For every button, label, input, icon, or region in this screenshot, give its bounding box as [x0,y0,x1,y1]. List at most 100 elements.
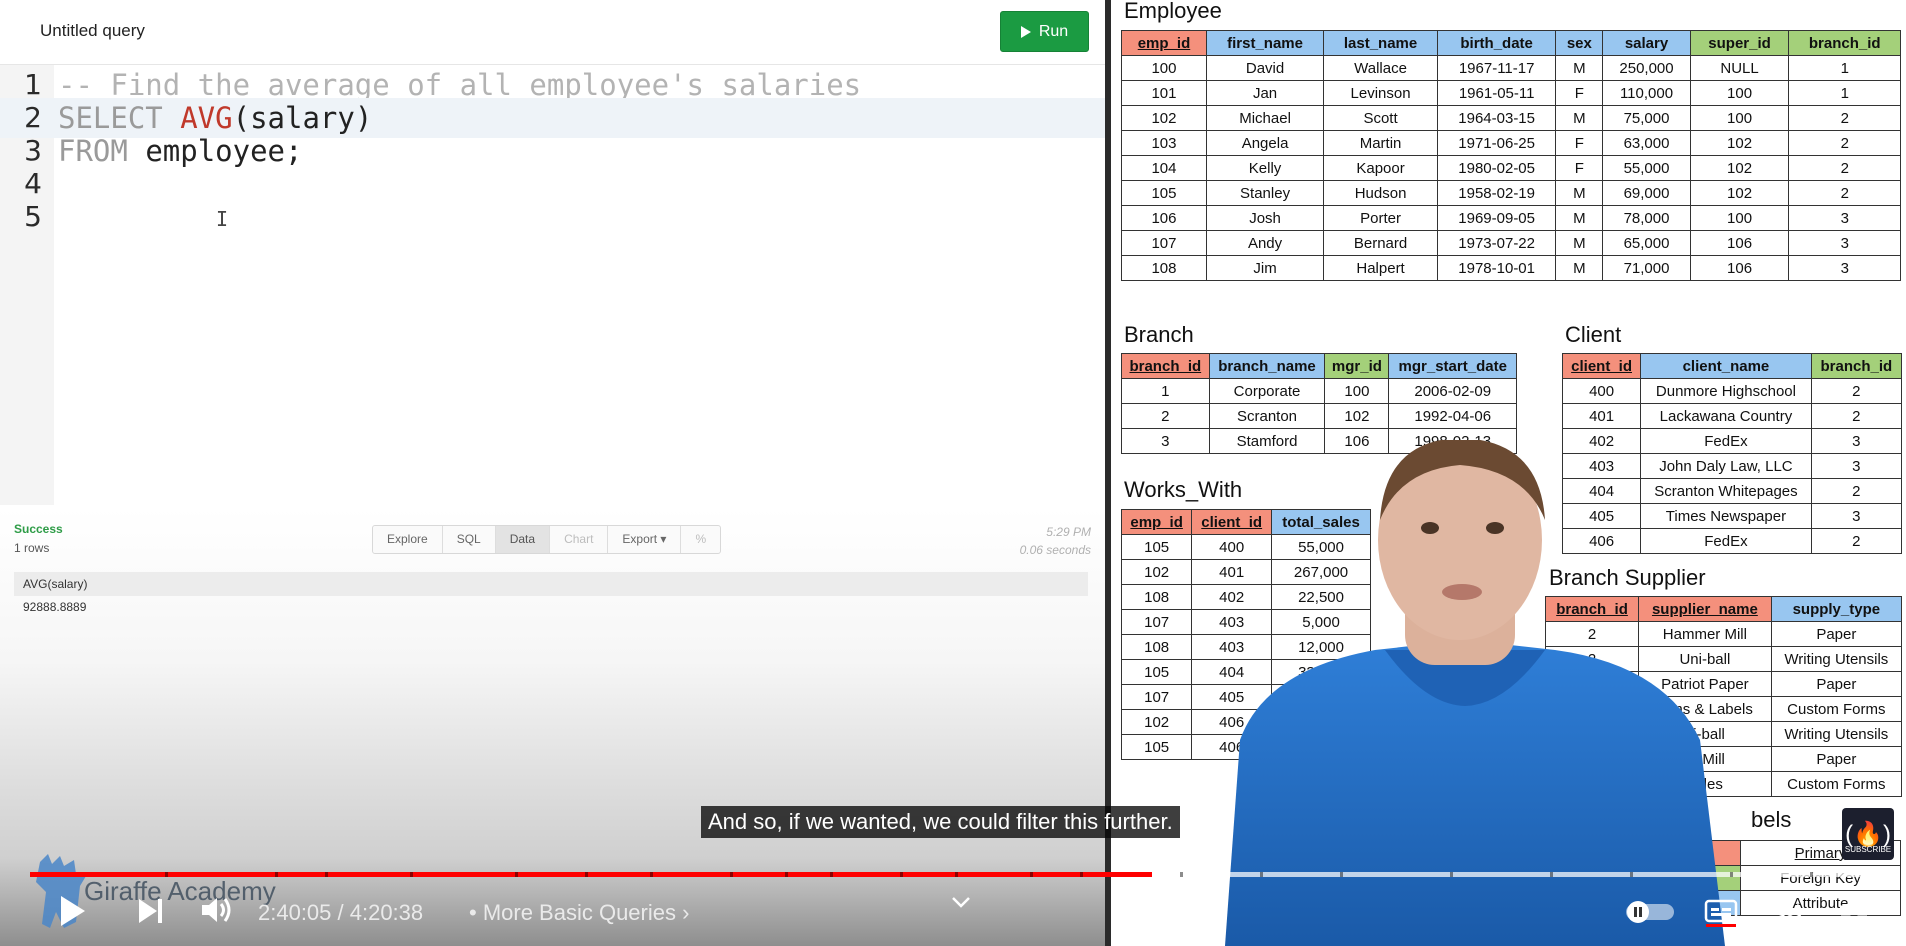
table-cell: Martin [1323,130,1438,156]
table-cell: 105 [1120,659,1193,685]
table-cell: 3 [1810,428,1903,454]
table-cell: M [1555,230,1604,256]
column-header: mgr_id [1324,353,1390,379]
table-cell: 2 [1121,403,1210,429]
play-icon[interactable] [58,894,88,928]
chapter-marker [1180,872,1183,877]
table-cell: 69,000 [1602,180,1691,206]
table-cell: 1961-05-11 [1436,80,1557,106]
chapter-marker [325,872,328,877]
run-button[interactable]: Run [1000,11,1089,52]
table-cell: 65,000 [1602,230,1691,256]
progress-played [30,872,1152,877]
table-cell: 1992-04-06 [1388,403,1517,429]
table-header-row: client_id client_name branch_id [1561,353,1903,379]
column-header: super_id [1689,30,1790,56]
table-cell: 100 [1689,80,1790,106]
table-cell: 2 [1788,180,1901,206]
table-cell: 1969-09-05 [1436,205,1557,231]
tab-share[interactable]: % [681,526,720,553]
table-cell: 2 [1788,130,1901,156]
column-header: mgr_start_date [1388,353,1517,379]
subscribe-label[interactable]: SUBSCRIBE [1840,845,1896,854]
tab-chart[interactable]: Chart [550,526,609,553]
column-header: last_name [1323,30,1438,56]
code-editor[interactable]: 1 -- Find the average of all employee's … [0,65,1105,505]
table-cell: NULL [1689,55,1790,81]
tab-export[interactable]: Export ▾ [608,526,682,553]
table-cell: 107 [1120,609,1193,635]
sql-workspace: Untitled query Run 1 -- Find the average… [0,0,1105,946]
column-header: emp_id [1120,509,1193,535]
tab-sql[interactable]: SQL [443,526,496,553]
table-cell: Writing Utensils [1770,721,1903,747]
table-row: 1 Corporate 100 2006-02-09 [1121,378,1517,404]
table-cell: 106 [1689,255,1790,281]
table-cell: David [1205,55,1325,81]
table-cell: 75,000 [1602,105,1691,131]
table-cell: 102 [1324,403,1390,429]
table-cell: Custom Forms [1770,771,1903,797]
table-cell: F [1555,80,1604,106]
table-cell: F [1555,130,1604,156]
table-cell: Custom Forms [1770,696,1903,722]
sql-function: AVG [180,101,233,135]
table-cell: 100 [1689,105,1790,131]
sql-keyword: SELECT [58,101,181,135]
table-row: 103 Angela Martin 1971-06-25 F 63,000 102 2 [1121,130,1901,156]
table-cell: Angela [1205,130,1325,156]
table-cell: 1980-02-05 [1436,155,1557,181]
chapter-marker [1030,872,1033,877]
captions-icon[interactable] [1704,898,1738,928]
chapter-marker [1630,872,1633,877]
table-cell: Porter [1323,205,1438,231]
table-cell: 107 [1120,684,1193,710]
table-cell: 102 [1121,105,1207,131]
table-cell: 1971-06-25 [1436,130,1557,156]
table-cell: 250,000 [1602,55,1691,81]
chapter-marker [275,872,278,877]
table-cell: M [1555,105,1604,131]
column-header: branch_id [1788,30,1901,56]
autoplay-toggle-icon[interactable] [1624,899,1676,925]
table-row: 102 Michael Scott 1964-03-15 M 75,000 100 2 [1121,105,1901,131]
chapter-marker [785,872,788,877]
table-row: 401 Lackawana Country 2 [1561,403,1903,429]
table-cell: 1 [1121,378,1210,404]
table-cell: 102 [1689,180,1790,206]
result-cell: 92888.8889 [23,600,87,614]
settings-gear-icon[interactable] [1774,896,1806,928]
table-cell: 2006-02-09 [1388,378,1517,404]
tab-explore[interactable]: Explore [373,526,443,553]
client-title: Client [1565,322,1622,347]
query-title[interactable]: Untitled query [40,21,145,41]
table-cell: 108 [1121,255,1207,281]
table-cell: 71,000 [1602,255,1691,281]
chapter-marker [900,872,903,877]
table-cell: 55,000 [1602,155,1691,181]
table-cell: Kelly [1205,155,1325,181]
table-cell: Michael [1205,105,1325,131]
exit-fullscreen-icon[interactable] [1838,896,1870,928]
code-line[interactable]: 5 [0,197,1105,237]
column-header: branch_name [1208,353,1326,379]
query-timestamp: 5:29 PM 0.06 seconds [1019,525,1091,557]
column-header: sex [1555,30,1604,56]
video-progress-bar[interactable] [30,872,1900,877]
chapter-title[interactable]: • More Basic Queries › [469,900,689,926]
table-cell: 107 [1121,230,1207,256]
column-header: emp_id [1121,30,1207,56]
next-icon[interactable] [136,896,166,926]
table-cell: F [1555,155,1604,181]
column-header: client_id [1561,353,1642,379]
table-cell: 400 [1561,378,1642,404]
chapter-marker [1810,872,1813,877]
volume-icon[interactable] [200,895,234,925]
video-time: 2:40:05 / 4:20:38 [258,900,424,925]
chapter-marker [1730,872,1733,877]
table-cell: Dunmore Highschool [1640,378,1812,404]
table-row: 2 Scranton 102 1992-04-06 [1121,403,1517,429]
tab-data[interactable]: Data [495,526,551,553]
chevron-down-icon[interactable] [950,894,972,910]
employee-table: emp_id first_name last_name birth_date sex sa… [1121,30,1901,281]
